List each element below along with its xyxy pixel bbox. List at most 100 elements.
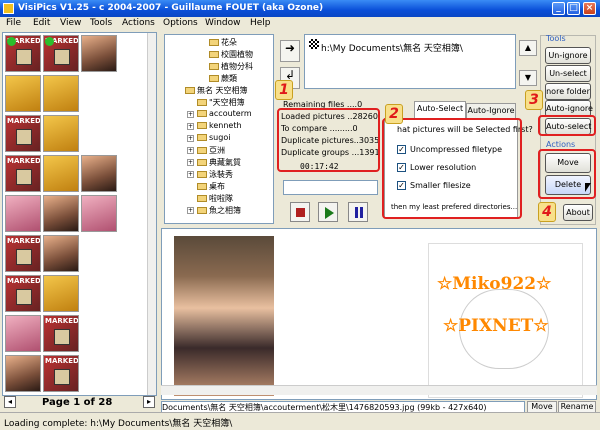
close-button[interactable]: × xyxy=(583,2,596,15)
thumbnail[interactable]: MARKED xyxy=(5,35,41,72)
tree-item[interactable]: 泳裝秀 xyxy=(197,169,233,180)
tree-item[interactable]: 花朵 xyxy=(209,37,237,48)
tab-auto-ignore[interactable]: Auto-Ignore xyxy=(466,103,516,118)
directory-list[interactable]: h:\My Documents\無名 天空相簿\ xyxy=(304,34,516,89)
thumbnail[interactable] xyxy=(43,115,79,152)
folder-icon xyxy=(185,87,195,94)
menu-tools[interactable]: Tools xyxy=(90,18,112,28)
thumbnail[interactable] xyxy=(43,235,79,272)
expand-icon[interactable]: + xyxy=(187,207,194,214)
thumbnail[interactable]: MARKED xyxy=(5,115,41,152)
start-button[interactable] xyxy=(318,202,338,222)
tree-item[interactable]: 蕨類 xyxy=(209,73,237,84)
add-folder-arrow-icon[interactable]: ➜ xyxy=(280,40,300,62)
thumbnail[interactable] xyxy=(5,315,41,352)
menu-actions[interactable]: Actions xyxy=(122,18,155,28)
thumbnail[interactable]: MARKED xyxy=(5,155,41,192)
tab-auto-select[interactable]: Auto-Select xyxy=(414,101,466,118)
tree-item[interactable]: 無名 天空相簿 xyxy=(185,85,248,96)
menu-view[interactable]: View xyxy=(60,18,81,28)
cube-icon xyxy=(16,169,32,185)
folder-icon xyxy=(197,147,207,154)
menu-options[interactable]: Options xyxy=(163,18,198,28)
move-down-icon[interactable]: ▼ xyxy=(519,70,537,86)
directory-path[interactable]: h:\My Documents\無名 天空相簿\ xyxy=(321,41,463,54)
cube-icon xyxy=(16,289,32,305)
tree-item[interactable]: 魚之相簿 xyxy=(197,205,241,216)
maximize-button[interactable]: □ xyxy=(567,2,580,15)
folder-icon xyxy=(197,195,207,202)
expand-icon[interactable]: + xyxy=(187,123,194,130)
tree-item[interactable]: 啦啦隊 xyxy=(197,193,233,204)
selected-dot-icon xyxy=(45,37,54,46)
pause-button[interactable] xyxy=(348,202,368,222)
annotation-badge-2: 2 xyxy=(385,104,403,124)
tree-item[interactable]: 桌布 xyxy=(197,181,225,192)
folder-tree[interactable]: 花朵 校園植物 植物分科 蕨類 無名 天空相簿 "天空相簿 + accouter… xyxy=(164,34,274,224)
folder-icon xyxy=(209,75,219,82)
thumbnail[interactable] xyxy=(43,195,79,232)
menu-help[interactable]: Help xyxy=(250,18,271,28)
expand-icon[interactable]: + xyxy=(187,171,194,178)
tree-item[interactable]: accouterm xyxy=(197,109,252,118)
tree-item-label: sugoi xyxy=(209,133,231,142)
thumbnail[interactable] xyxy=(5,195,41,232)
tree-item-label: 桌布 xyxy=(209,182,225,191)
menu-edit[interactable]: Edit xyxy=(33,18,50,28)
status-bar: Loading complete: h:\My Documents\無名 天空相… xyxy=(0,412,600,430)
photo-thumb xyxy=(44,156,78,191)
prev-page-icon[interactable]: ◂ xyxy=(4,396,16,408)
tree-item[interactable]: 校園植物 xyxy=(209,49,253,60)
thumbnail[interactable] xyxy=(43,75,79,112)
expand-icon[interactable]: + xyxy=(187,159,194,166)
tree-item-label: 校園植物 xyxy=(221,50,253,59)
tree-item[interactable]: 亞洲 xyxy=(197,145,225,156)
thumbnail-scrollbar[interactable] xyxy=(147,33,156,395)
annotation-box-autoselect xyxy=(382,118,522,219)
expand-icon[interactable]: + xyxy=(187,111,194,118)
preview-watermark-image[interactable]: ☆Miko922☆ ☆PIXNET☆ xyxy=(428,243,583,398)
tree-item-label: 泳裝秀 xyxy=(209,170,233,179)
photo-thumb xyxy=(44,116,78,151)
watermark-bottom-text: ☆PIXNET☆ xyxy=(443,316,549,336)
checkered-flag-icon xyxy=(309,39,319,49)
tree-item[interactable]: kenneth xyxy=(197,121,242,130)
thumbnail[interactable] xyxy=(5,355,41,392)
thumbnail[interactable]: MARKED xyxy=(43,315,79,352)
expand-icon[interactable]: + xyxy=(187,147,194,154)
menu-bar: File Edit View Tools Actions Options Win… xyxy=(0,17,600,31)
move-up-icon[interactable]: ▲ xyxy=(519,40,537,56)
tree-item[interactable]: 植物分科 xyxy=(209,61,253,72)
thumbnail[interactable] xyxy=(43,275,79,312)
tree-item[interactable]: sugoi xyxy=(197,133,230,142)
tree-item[interactable]: 典藏氣質 xyxy=(197,157,241,168)
tree-item[interactable]: "天空相簿 xyxy=(197,97,245,108)
about-button[interactable]: About xyxy=(563,204,593,221)
current-file-field xyxy=(283,180,378,195)
marked-label: MARKED xyxy=(45,317,79,325)
thumbnail[interactable] xyxy=(81,195,117,232)
thumbnail[interactable] xyxy=(5,75,41,112)
thumbnail[interactable]: MARKED xyxy=(43,35,79,72)
thumbnail[interactable] xyxy=(43,155,79,192)
more-folder-button[interactable]: nore folder xyxy=(545,83,591,100)
thumbnail-pane[interactable]: MARKED MARKED MARKED MARKED MARKED MARKE… xyxy=(2,32,157,396)
marked-label: MARKED xyxy=(7,277,41,285)
menu-file[interactable]: File xyxy=(6,18,21,28)
unignore-button[interactable]: Un-ignore xyxy=(545,47,591,64)
expand-icon[interactable]: + xyxy=(187,135,194,142)
cube-icon xyxy=(54,49,70,65)
thumbnail[interactable]: MARKED xyxy=(5,235,41,272)
unselect-button[interactable]: Un-select xyxy=(545,65,591,82)
thumbnail[interactable]: MARKED xyxy=(43,355,79,392)
preview-photo[interactable] xyxy=(174,236,274,396)
preview-scrollbar[interactable] xyxy=(161,385,597,395)
thumbnail[interactable] xyxy=(81,35,117,72)
thumbnail[interactable] xyxy=(81,155,117,192)
stop-button[interactable] xyxy=(290,202,310,222)
thumbnail[interactable]: MARKED xyxy=(5,275,41,312)
menu-window[interactable]: Window xyxy=(205,18,241,28)
next-page-icon[interactable]: ▸ xyxy=(143,396,155,408)
photo-thumb xyxy=(44,196,78,231)
minimize-button[interactable]: _ xyxy=(552,2,565,15)
